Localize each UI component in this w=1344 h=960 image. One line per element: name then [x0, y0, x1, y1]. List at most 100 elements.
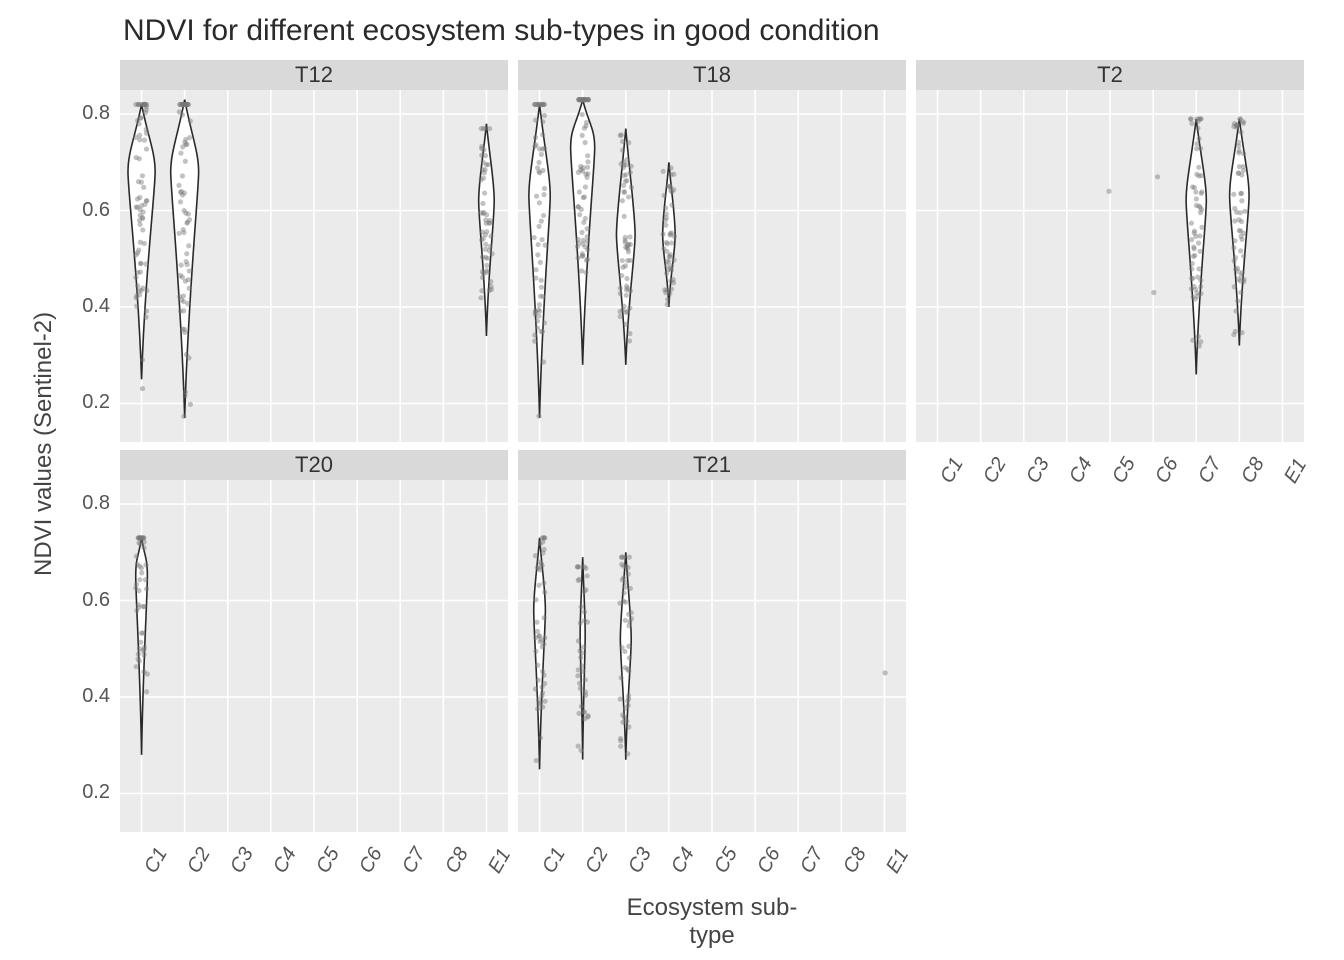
data-point: [484, 268, 489, 273]
data-point: [576, 170, 581, 175]
x-tick-label: C5: [710, 844, 743, 878]
data-point: [1238, 290, 1243, 295]
data-point: [1197, 343, 1202, 348]
data-point: [133, 275, 138, 280]
data-point: [669, 240, 674, 245]
x-tick-label: C6: [753, 844, 786, 878]
data-point: [541, 192, 546, 197]
data-point: [1238, 191, 1243, 196]
data-point: [479, 126, 484, 131]
data-point: [1232, 218, 1237, 223]
data-point: [1232, 258, 1237, 263]
data-point: [1151, 290, 1156, 295]
data-point: [579, 604, 584, 609]
data-point: [533, 267, 538, 272]
data-point: [1189, 266, 1194, 271]
data-point: [137, 133, 142, 138]
data-point: [483, 217, 488, 222]
data-point: [1198, 116, 1203, 121]
data-point: [539, 329, 544, 334]
data-point: [541, 673, 546, 678]
data-point: [583, 689, 588, 694]
data-point: [541, 359, 546, 364]
data-point: [535, 242, 540, 247]
data-point: [137, 137, 142, 142]
data-point: [575, 244, 580, 249]
data-point: [578, 655, 583, 660]
data-point: [533, 135, 538, 140]
data-point: [627, 338, 632, 343]
facet-strip-t21: T21: [518, 450, 906, 480]
data-point: [143, 262, 148, 267]
data-point: [627, 306, 632, 311]
data-point: [186, 243, 191, 248]
facet-strip-t2: T2: [916, 60, 1304, 90]
data-point: [623, 665, 628, 670]
data-point: [1238, 228, 1243, 233]
data-point: [1199, 173, 1204, 178]
data-point: [537, 146, 542, 151]
data-point: [187, 135, 192, 140]
data-point: [540, 550, 545, 555]
data-point: [185, 301, 190, 306]
data-point: [479, 237, 484, 242]
x-tick-label: C1: [140, 844, 173, 878]
data-point: [579, 663, 584, 668]
data-point: [585, 226, 590, 231]
x-tick-label: C7: [796, 844, 829, 878]
data-point: [541, 102, 546, 107]
data-point: [143, 562, 148, 567]
data-point: [1231, 245, 1236, 250]
data-point: [484, 263, 489, 268]
y-tick-label: 0.6: [70, 199, 110, 222]
data-point: [187, 268, 192, 273]
data-point: [184, 251, 189, 256]
data-point: [576, 97, 581, 102]
data-point: [618, 286, 623, 291]
x-tick-label: C5: [312, 844, 345, 878]
data-point: [585, 153, 590, 158]
data-point: [538, 294, 543, 299]
data-point: [145, 671, 150, 676]
data-point: [540, 704, 545, 709]
data-point: [671, 257, 676, 262]
data-point: [180, 326, 185, 331]
data-point: [488, 279, 493, 284]
facet-strip-t20: T20: [120, 450, 508, 480]
data-point: [661, 232, 666, 237]
x-tick-label: C7: [1194, 454, 1227, 488]
data-point: [668, 188, 673, 193]
data-point: [532, 235, 537, 240]
data-point: [487, 248, 492, 253]
data-point: [188, 119, 193, 124]
data-point: [626, 140, 631, 145]
data-point: [1238, 248, 1243, 253]
x-tick-label: C8: [441, 844, 474, 878]
data-point: [576, 564, 581, 569]
data-point: [663, 223, 668, 228]
data-point: [666, 184, 671, 189]
data-point: [143, 315, 148, 320]
data-point: [134, 554, 139, 559]
data-point: [576, 638, 581, 643]
data-point: [583, 140, 588, 145]
data-point: [583, 270, 588, 275]
y-tick-label: 0.6: [70, 589, 110, 612]
data-point: [1196, 240, 1201, 245]
data-point: [134, 293, 139, 298]
data-point: [540, 690, 545, 695]
data-point: [534, 758, 539, 763]
data-point: [542, 113, 547, 118]
x-tick-label: E1: [484, 845, 516, 878]
data-point: [483, 242, 488, 247]
data-point: [1236, 140, 1241, 145]
data-point: [629, 616, 634, 621]
data-point: [1241, 151, 1246, 156]
data-point: [624, 178, 629, 183]
data-point: [541, 213, 546, 218]
data-point: [665, 297, 670, 302]
data-point: [1189, 221, 1194, 226]
data-point: [1194, 290, 1199, 295]
data-point: [536, 677, 541, 682]
data-point: [1194, 203, 1199, 208]
